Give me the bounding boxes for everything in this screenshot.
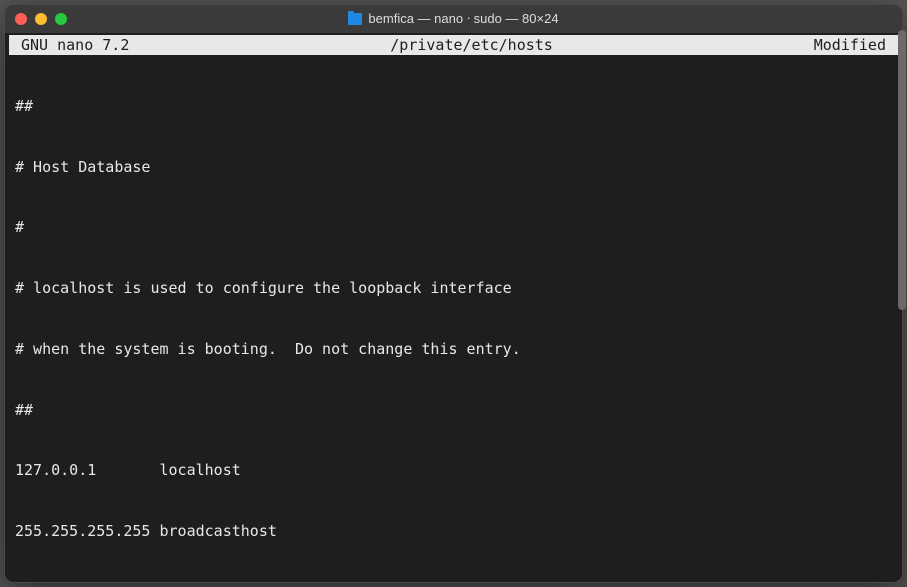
zoom-icon[interactable] <box>55 13 67 25</box>
window-titlebar[interactable]: bemfica — nano ᐧ sudo — 80×24 <box>5 5 902 33</box>
file-line: # localhost is used to configure the loo… <box>15 278 892 298</box>
file-line: 255.255.255.255 broadcasthost <box>15 521 892 541</box>
file-line: # Host Database <box>15 157 892 177</box>
file-line: ## <box>15 400 892 420</box>
minimize-icon[interactable] <box>35 13 47 25</box>
nano-statusbar: GNU nano 7.2 /private/etc/hosts Modified <box>9 35 898 55</box>
file-line: ## <box>15 96 892 116</box>
nano-file-path: /private/etc/hosts <box>135 35 807 55</box>
scrollbar-thumb[interactable] <box>898 30 903 310</box>
traffic-lights <box>15 13 67 25</box>
nano-app-name: GNU nano 7.2 <box>15 35 135 55</box>
editor-content[interactable]: ## # Host Database # # localhost is used… <box>9 55 898 583</box>
window-title: bemfica — nano ᐧ sudo — 80×24 <box>5 11 902 27</box>
scrollbar[interactable] <box>897 28 903 583</box>
nano-modified-state: Modified <box>808 35 892 55</box>
file-line: # when the system is booting. Do not cha… <box>15 339 892 359</box>
file-line: 127.0.0.1 localhost <box>15 460 892 480</box>
terminal-body[interactable]: GNU nano 7.2 /private/etc/hosts Modified… <box>5 33 902 583</box>
file-line: # <box>15 217 892 237</box>
file-line: ::1 localhost <box>15 582 892 583</box>
terminal-window: bemfica — nano ᐧ sudo — 80×24 GNU nano 7… <box>4 4 903 583</box>
window-title-text: bemfica — nano ᐧ sudo — 80×24 <box>368 11 558 27</box>
close-icon[interactable] <box>15 13 27 25</box>
folder-icon <box>348 13 362 25</box>
